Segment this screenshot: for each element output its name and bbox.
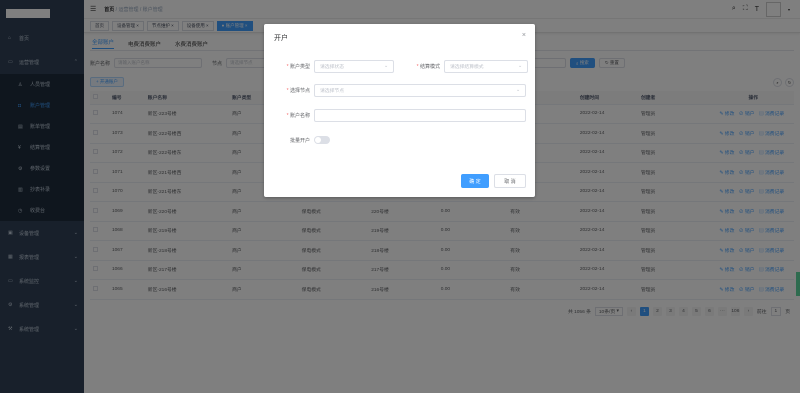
type-row: * 账户类型 请选择状态 ⌄ <box>268 60 394 73</box>
mode-row: * 结算模式 请选择结算模式 ⌄ <box>398 60 528 73</box>
batch-row: 批量开户 <box>268 136 330 144</box>
close-icon[interactable]: × <box>522 32 526 39</box>
cancel-button[interactable]: 取 消 <box>494 174 526 188</box>
dialog-title: 开户 <box>274 35 288 42</box>
open-account-dialog: 开户 × * 账户类型 请选择状态 ⌄ * 结算模式 请选择结算模式 ⌄ * 选择节… <box>264 24 535 197</box>
chevron-down-icon: ⌄ <box>515 88 520 93</box>
account-name-field[interactable] <box>314 109 526 122</box>
type-label: * 账户类型 <box>286 64 310 70</box>
batch-label: 批量开户 <box>289 137 310 144</box>
batch-switch[interactable] <box>314 136 330 144</box>
side-handle[interactable] <box>796 272 800 296</box>
node-row: * 选择节点 请选择节点 ⌄ <box>268 84 526 97</box>
settle-mode-select[interactable]: 请选择结算模式 ⌄ <box>444 60 528 73</box>
chevron-down-icon: ⌄ <box>383 64 388 69</box>
account-type-select[interactable]: 请选择状态 ⌄ <box>314 60 394 73</box>
chevron-down-icon: ⌄ <box>517 64 522 69</box>
node-field-label: * 选择节点 <box>286 88 310 94</box>
mode-label: * 结算模式 <box>416 64 440 70</box>
name-field-label: * 账户名称 <box>286 113 310 119</box>
name-row: * 账户名称 <box>268 109 526 122</box>
node-field-select[interactable]: 请选择节点 ⌄ <box>314 84 526 97</box>
confirm-button[interactable]: 确 定 <box>461 174 489 188</box>
